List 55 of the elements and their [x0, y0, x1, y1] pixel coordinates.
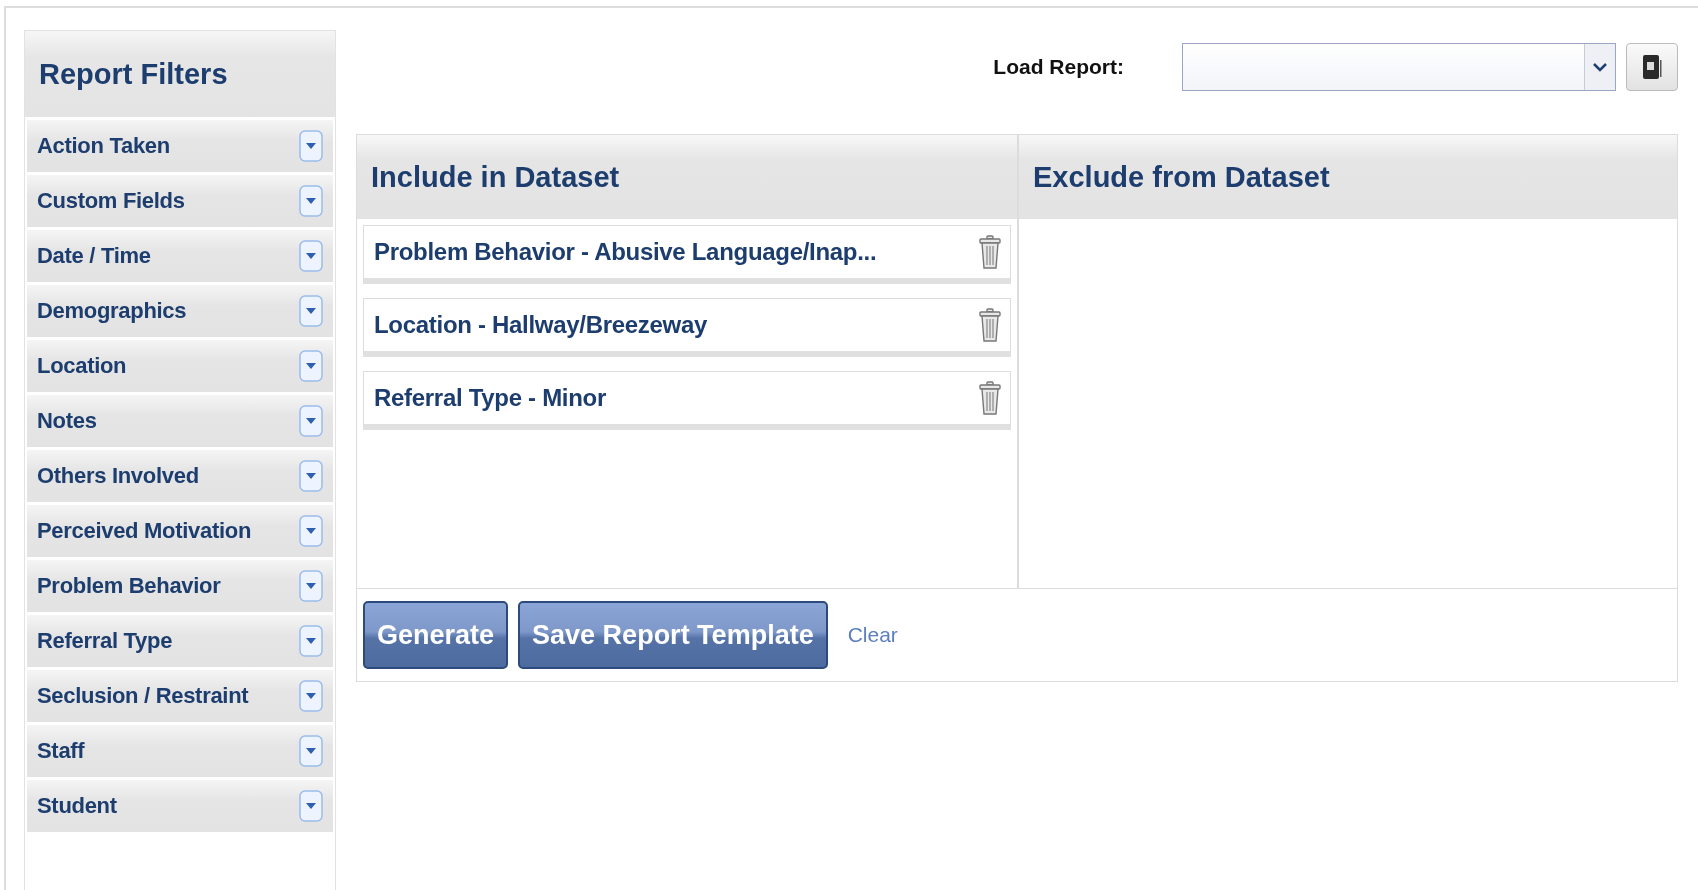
- filter-item[interactable]: Referral Type: [27, 615, 333, 667]
- dropdown-icon[interactable]: [299, 405, 323, 437]
- filter-label: Notes: [37, 408, 97, 434]
- filter-item[interactable]: Perceived Motivation: [27, 505, 333, 557]
- trash-icon[interactable]: [978, 235, 1002, 269]
- filter-item[interactable]: Seclusion / Restraint: [27, 670, 333, 722]
- panel-title: Report Filters: [25, 31, 335, 120]
- dropdown-icon[interactable]: [299, 570, 323, 602]
- dropdown-icon[interactable]: [299, 735, 323, 767]
- action-button[interactable]: Save Report Template: [518, 601, 828, 669]
- dropdown-icon[interactable]: [299, 130, 323, 162]
- trash-icon[interactable]: [978, 381, 1002, 415]
- action-button[interactable]: Generate: [363, 601, 509, 669]
- filter-item[interactable]: Student: [27, 780, 333, 832]
- dropdown-icon[interactable]: [299, 185, 323, 217]
- dropdown-icon[interactable]: [299, 515, 323, 547]
- filter-item[interactable]: Others Involved: [27, 450, 333, 502]
- filter-label: Date / Time: [37, 243, 151, 269]
- dataset-item-label: Problem Behavior - Abusive Language/Inap...: [374, 238, 877, 266]
- filter-label: Seclusion / Restraint: [37, 683, 249, 709]
- filter-label: Student: [37, 793, 117, 819]
- dropdown-icon[interactable]: [299, 625, 323, 657]
- filter-item[interactable]: Problem Behavior: [27, 560, 333, 612]
- chevron-down-icon: [1593, 62, 1607, 72]
- filter-label: Staff: [37, 738, 85, 764]
- dataset-item-label: Referral Type - Minor: [374, 384, 606, 412]
- document-button[interactable]: [1626, 43, 1678, 91]
- filter-item[interactable]: Action Taken: [27, 120, 333, 172]
- dropdown-icon[interactable]: [299, 350, 323, 382]
- filter-label: Problem Behavior: [37, 573, 221, 599]
- filter-label: Action Taken: [37, 133, 170, 159]
- dropdown-icon[interactable]: [299, 680, 323, 712]
- filter-label: Others Involved: [37, 463, 199, 489]
- filter-label: Referral Type: [37, 628, 173, 654]
- dropdown-icon[interactable]: [299, 460, 323, 492]
- load-report-label: Load Report:: [993, 55, 1124, 79]
- filter-label: Perceived Motivation: [37, 518, 252, 544]
- filter-label: Location: [37, 353, 127, 379]
- filter-item[interactable]: Demographics: [27, 285, 333, 337]
- dataset-item-label: Location - Hallway/Breezeway: [374, 311, 708, 339]
- dropdown-icon[interactable]: [299, 240, 323, 272]
- filter-label: Custom Fields: [37, 188, 185, 214]
- dropdown-icon[interactable]: [299, 295, 323, 327]
- filter-item[interactable]: Custom Fields: [27, 175, 333, 227]
- filter-item[interactable]: Location: [27, 340, 333, 392]
- filter-item[interactable]: Staff: [27, 725, 333, 777]
- column-header: Exclude from Dataset: [1019, 135, 1677, 219]
- column-header: Include in Dataset: [357, 135, 1017, 219]
- filter-item[interactable]: Notes: [27, 395, 333, 447]
- dropdown-icon[interactable]: [299, 790, 323, 822]
- filter-label: Demographics: [37, 298, 187, 324]
- filter-item[interactable]: Date / Time: [27, 230, 333, 282]
- document-icon: [1642, 54, 1662, 80]
- trash-icon[interactable]: [978, 308, 1002, 342]
- clear-link[interactable]: Clear: [847, 623, 898, 647]
